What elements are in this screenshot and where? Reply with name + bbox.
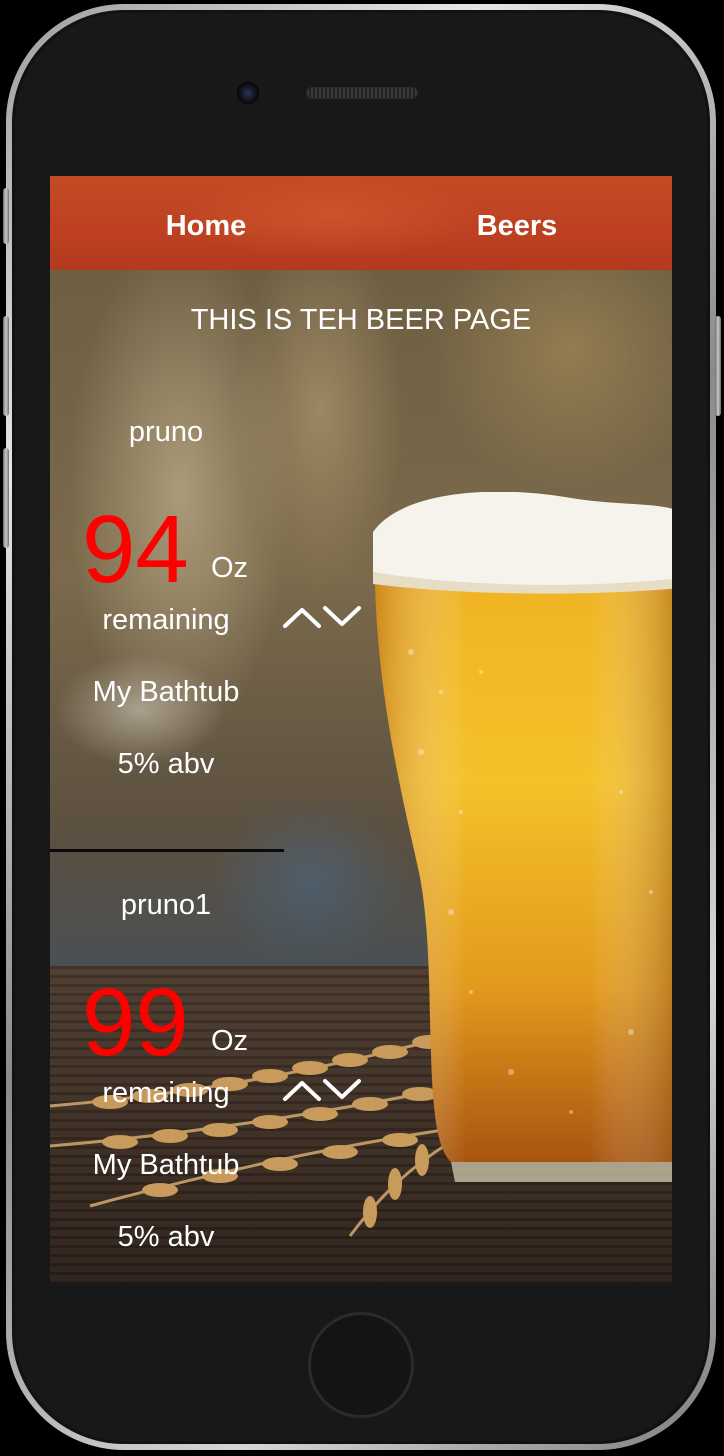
nav-home-tab[interactable]: Home	[106, 176, 306, 270]
beer-divider	[50, 849, 284, 852]
nav-bar: Home Beers	[50, 176, 672, 270]
nav-beers-tab[interactable]: Beers	[417, 176, 617, 270]
beer-item: pruno1 99 Oz remaining My Bathtub 5% abv	[50, 889, 410, 1269]
ounces-unit: Oz	[211, 552, 249, 584]
page-title: THIS IS TEH BEER PAGE	[190, 304, 532, 336]
volume-down-button	[3, 448, 9, 548]
quantity-stepper	[282, 1075, 362, 1105]
chevron-down-icon[interactable]	[322, 602, 362, 632]
ounces-remaining-value: 94	[82, 496, 189, 603]
beer-name: pruno	[128, 416, 204, 448]
beer-location: My Bathtub	[92, 1149, 240, 1181]
beer-location: My Bathtub	[92, 676, 240, 708]
ounces-remaining-value: 99	[82, 969, 189, 1076]
chevron-up-icon[interactable]	[282, 1075, 322, 1105]
home-hardware-button[interactable]	[308, 1312, 414, 1418]
app-screen: Home Beers THIS IS TEH BEER PAGE pruno 9…	[50, 176, 672, 1283]
mute-switch	[3, 188, 9, 244]
chevron-down-icon[interactable]	[322, 1075, 362, 1105]
remaining-label: remaining	[102, 1077, 230, 1109]
earpiece-speaker	[306, 87, 418, 99]
beer-abv: 5% abv	[117, 748, 215, 780]
remaining-label: remaining	[102, 604, 230, 636]
volume-up-button	[3, 316, 9, 416]
front-camera	[237, 82, 259, 104]
beer-name: pruno1	[120, 889, 212, 921]
beer-item: pruno 94 Oz remaining My Bathtub 5% abv	[50, 416, 410, 796]
ounces-unit: Oz	[211, 1025, 249, 1057]
chevron-up-icon[interactable]	[282, 602, 322, 632]
beer-abv: 5% abv	[117, 1221, 215, 1253]
quantity-stepper	[282, 602, 362, 632]
power-button	[715, 316, 721, 416]
beer-glass-image	[371, 492, 672, 1192]
